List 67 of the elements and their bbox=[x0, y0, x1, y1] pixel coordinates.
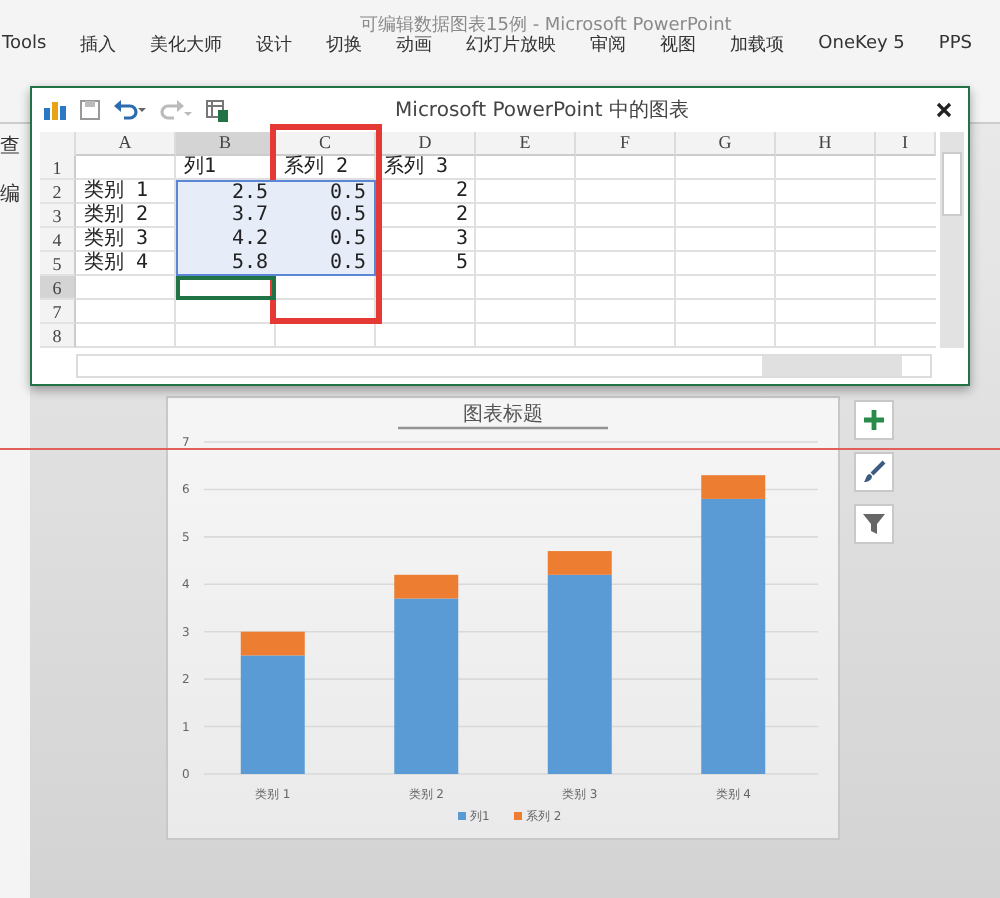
table-cell[interactable]: 类别 3 bbox=[76, 228, 176, 252]
column-header[interactable]: H bbox=[776, 132, 876, 156]
ribbon-tab[interactable]: Tools bbox=[2, 34, 63, 54]
column-header[interactable]: E bbox=[476, 132, 576, 156]
bar-chart-icon bbox=[44, 100, 66, 120]
brush-icon bbox=[862, 460, 886, 484]
add-element-button[interactable] bbox=[854, 400, 894, 440]
window-title: 可编辑数据图表15例 - Microsoft PowerPoint bbox=[360, 16, 732, 36]
table-cell[interactable]: 类别 4 bbox=[76, 252, 176, 276]
window-title: Microsoft PowerPoint 中的图表 bbox=[393, 97, 691, 124]
ribbon-tab[interactable]: OneKey 5 bbox=[818, 34, 921, 54]
table-cell[interactable]: 3.7 bbox=[176, 204, 276, 228]
save-icon[interactable] bbox=[80, 100, 100, 120]
ribbon-tab[interactable]: 幻灯片放映 bbox=[466, 31, 573, 57]
column-header[interactable]: B bbox=[176, 132, 276, 156]
ribbon-tab[interactable]: 设计 bbox=[256, 31, 309, 57]
vertical-scrollbar[interactable] bbox=[940, 132, 964, 348]
column-header[interactable]: F bbox=[576, 132, 676, 156]
table-cell[interactable]: 系列 3 bbox=[376, 156, 476, 180]
ribbon-tab[interactable]: 加载项 bbox=[730, 31, 801, 57]
table-cell[interactable]: 2.5 bbox=[176, 180, 276, 204]
chart-style-button[interactable] bbox=[854, 452, 894, 492]
row-header[interactable]: 1 bbox=[40, 156, 76, 180]
table-cell[interactable]: 列1 bbox=[176, 156, 276, 180]
sheet-icon[interactable] bbox=[206, 99, 228, 121]
row-header[interactable]: 7 bbox=[40, 300, 76, 324]
table-cell[interactable]: 0.5 bbox=[276, 180, 376, 204]
column-header[interactable]: C bbox=[276, 132, 376, 156]
filter-icon bbox=[862, 512, 886, 536]
table-cell[interactable]: 4.2 bbox=[176, 228, 276, 252]
column-header[interactable]: I bbox=[876, 132, 936, 156]
chart-title: 图表标题 bbox=[463, 404, 543, 426]
table-cell[interactable]: 0.5 bbox=[276, 228, 376, 252]
row-header[interactable]: 6 bbox=[40, 276, 76, 300]
ribbon-tab[interactable]: PPS bbox=[938, 34, 988, 54]
close-icon[interactable] bbox=[936, 102, 952, 118]
table-cell[interactable]: 2 bbox=[376, 180, 476, 204]
row-header[interactable]: 2 bbox=[40, 180, 76, 204]
ribbon-tab[interactable]: 美化大师 bbox=[150, 31, 239, 57]
table-cell[interactable]: 0.5 bbox=[276, 252, 376, 276]
row-header[interactable]: 4 bbox=[40, 228, 76, 252]
table-cell[interactable]: 3 bbox=[376, 228, 476, 252]
ribbon-label: 查 bbox=[0, 133, 22, 160]
horizontal-scrollbar[interactable] bbox=[76, 354, 932, 378]
ribbon-tab[interactable]: 动画 bbox=[396, 31, 449, 57]
row-header[interactable]: 5 bbox=[40, 252, 76, 276]
ribbon-tab[interactable]: 插入 bbox=[80, 31, 133, 57]
filter-button[interactable] bbox=[854, 504, 894, 544]
ribbon-tab[interactable]: 视图 bbox=[660, 31, 713, 57]
row-header[interactable]: 8 bbox=[40, 324, 76, 348]
table-cell[interactable]: 5.8 bbox=[176, 252, 276, 276]
ribbon-label: 编 bbox=[0, 181, 22, 208]
plus-icon bbox=[862, 408, 886, 432]
table-cell[interactable]: 2 bbox=[376, 204, 476, 228]
row-header[interactable]: 3 bbox=[40, 204, 76, 228]
column-header[interactable]: G bbox=[676, 132, 776, 156]
ribbon-tab[interactable]: 审阅 bbox=[590, 31, 643, 57]
ribbon-tab[interactable]: 切换 bbox=[326, 31, 379, 57]
table-cell[interactable]: 0.5 bbox=[276, 204, 376, 228]
table-cell[interactable]: 类别 2 bbox=[76, 204, 176, 228]
undo-icon[interactable] bbox=[114, 100, 146, 120]
table-cell[interactable] bbox=[176, 276, 276, 300]
table-cell[interactable]: 系列 2 bbox=[276, 156, 376, 180]
column-header[interactable]: A bbox=[76, 132, 176, 156]
table-cell[interactable]: 5 bbox=[376, 252, 476, 276]
column-header[interactable]: D bbox=[376, 132, 476, 156]
table-cell[interactable]: 类别 1 bbox=[76, 180, 176, 204]
